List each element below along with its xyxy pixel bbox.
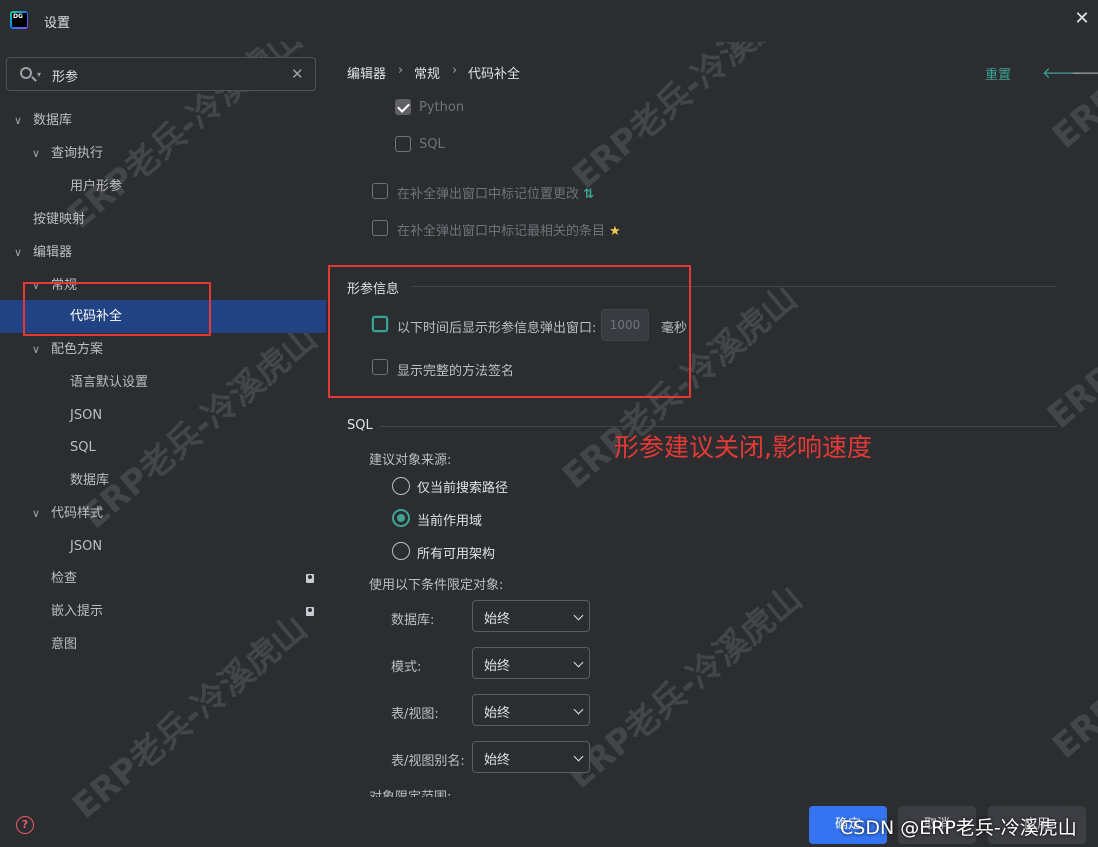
settings-search-input[interactable]: ▾ 形参 ✕ xyxy=(6,57,316,91)
radio-label: 仅当前搜索路径 xyxy=(417,481,509,496)
mark-position-changes-checkbox[interactable] xyxy=(372,183,388,199)
tree-item-inspections[interactable]: 检查 xyxy=(0,562,326,595)
radio-label: 所有可用架构 xyxy=(417,547,496,562)
tree-item-query-execution[interactable]: ∨ 查询执行 xyxy=(0,137,326,170)
radio-label: 当前作用域 xyxy=(417,514,483,529)
tree-item-sql[interactable]: SQL xyxy=(0,431,326,464)
tree-item-label: 用户形参 xyxy=(70,179,123,194)
search-icon xyxy=(20,67,32,79)
tree-item-label: 查询执行 xyxy=(51,146,104,161)
tree-item-editor[interactable]: ∨ 编辑器 xyxy=(0,236,326,269)
suggestion-source-label: 建议对象来源: xyxy=(369,453,452,468)
table-view-qualify-select[interactable]: 始终 xyxy=(472,694,590,726)
annotation-text: 形参建议关闭,影响速度 xyxy=(614,433,872,462)
chevron-down-icon xyxy=(573,610,584,621)
help-icon[interactable]: ? xyxy=(16,816,34,834)
breadcrumb-item: 编辑器 xyxy=(347,67,387,82)
window-title: 设置 xyxy=(44,16,71,31)
annotation-box-tree xyxy=(23,282,211,336)
tree-item-user-parameters[interactable]: 用户形参 xyxy=(0,170,326,203)
tree-item-intentions[interactable]: 意图 xyxy=(0,628,326,661)
tree-item-label: 意图 xyxy=(51,637,78,652)
chevron-down-icon[interactable]: ∨ xyxy=(32,497,44,530)
chevron-down-icon[interactable]: ∨ xyxy=(32,137,44,170)
breadcrumb-item: 代码补全 xyxy=(468,67,521,82)
forward-arrow-icon[interactable]: 🡒 xyxy=(1071,66,1098,81)
qualify-objects-label: 使用以下条件限定对象: xyxy=(369,578,504,593)
star-icon: ★ xyxy=(609,224,621,239)
tree-item-label: 数据库 xyxy=(33,113,73,128)
tree-item-label: 数据库 xyxy=(70,473,110,488)
object-scope-label: 对象限定范围: xyxy=(369,787,451,797)
radio-all-schemas[interactable] xyxy=(392,542,410,560)
tree-item-label: SQL xyxy=(70,440,96,455)
chevron-down-icon[interactable]: ∨ xyxy=(32,333,44,366)
sort-arrows-icon: ⇅ xyxy=(583,187,595,202)
watermark: ERP老兵-冷溪虎山 xyxy=(1040,218,1098,437)
chevron-down-icon[interactable]: ∨ xyxy=(14,236,26,269)
mark-most-relevant-checkbox[interactable] xyxy=(372,220,388,236)
tree-item-label: 语言默认设置 xyxy=(70,375,149,390)
tree-item-language-defaults[interactable]: 语言默认设置 xyxy=(0,366,326,399)
tree-item-label: JSON xyxy=(70,408,103,423)
chevron-down-icon[interactable]: ∨ xyxy=(14,104,26,137)
select-value: 始终 xyxy=(484,612,511,627)
sql-checkbox-label: SQL xyxy=(419,137,445,152)
tree-item-label: JSON xyxy=(70,539,103,554)
schema-qualify-select[interactable]: 始终 xyxy=(472,647,590,679)
tree-item-label: 编辑器 xyxy=(33,245,73,260)
annotation-box-param-info xyxy=(328,265,691,398)
python-checkbox[interactable] xyxy=(395,99,411,115)
profile-icon xyxy=(306,574,314,583)
breadcrumb-item: 常规 xyxy=(414,67,441,82)
schema-qualify-label: 模式: xyxy=(391,660,422,675)
watermark: ERP老兵-冷溪虎山 xyxy=(560,578,810,797)
tree-item-keymap[interactable]: 按键映射 xyxy=(0,203,326,236)
table-alias-qualify-label: 表/视图别名: xyxy=(391,754,465,769)
breadcrumb-separator-icon: › xyxy=(398,63,404,78)
select-value: 始终 xyxy=(484,659,511,674)
table-alias-qualify-select[interactable]: 始终 xyxy=(472,741,590,773)
sql-section-title: SQL xyxy=(347,418,373,433)
chevron-down-icon xyxy=(573,657,584,668)
database-qualify-select[interactable]: 始终 xyxy=(472,600,590,632)
table-view-qualify-label: 表/视图: xyxy=(391,707,439,722)
chevron-down-icon xyxy=(573,751,584,762)
profile-icon xyxy=(306,607,314,616)
tree-item-inlay-hints[interactable]: 嵌入提示 xyxy=(0,595,326,628)
footer-watermark: CSDN @ERP老兵-冷溪虎山 xyxy=(840,817,1077,839)
tree-item-label: 代码样式 xyxy=(51,506,104,521)
search-history-caret-icon[interactable]: ▾ xyxy=(37,70,41,79)
title-bar: 设置 ✕ xyxy=(0,0,1098,42)
select-value: 始终 xyxy=(484,706,511,721)
tree-item-database[interactable]: ∨ 数据库 xyxy=(0,104,326,137)
tree-item-code-style-json[interactable]: JSON xyxy=(0,530,326,563)
sql-checkbox[interactable] xyxy=(395,136,411,152)
mark-position-changes-label: 在补全弹出窗口中标记位置更改 ⇅ xyxy=(397,187,595,202)
tree-item-color-scheme[interactable]: ∨ 配色方案 xyxy=(0,333,326,366)
select-value: 始终 xyxy=(484,753,511,768)
mark-most-relevant-label: 在补全弹出窗口中标记最相关的条目 ★ xyxy=(397,224,621,239)
chevron-down-icon xyxy=(573,704,584,715)
watermark: ERP老兵-冷溪虎山 xyxy=(1045,548,1098,767)
database-qualify-label: 数据库: xyxy=(391,613,435,628)
section-divider xyxy=(380,426,1057,427)
tree-item-label: 配色方案 xyxy=(51,342,104,357)
tree-item-label: 按键映射 xyxy=(33,212,86,227)
tree-item-label: 嵌入提示 xyxy=(51,604,104,619)
search-value: 形参 xyxy=(52,70,79,85)
back-arrow-icon[interactable]: 🡐 xyxy=(1042,66,1082,81)
tree-item-database-scheme[interactable]: 数据库 xyxy=(0,464,326,497)
reset-link[interactable]: 重置 xyxy=(985,64,1011,83)
clear-search-icon[interactable]: ✕ xyxy=(291,65,304,83)
breadcrumb-separator-icon: › xyxy=(452,63,458,78)
radio-current-scope[interactable] xyxy=(392,509,410,527)
close-icon[interactable]: ✕ xyxy=(1073,10,1091,28)
datagrip-logo-icon xyxy=(10,11,28,29)
tree-item-json[interactable]: JSON xyxy=(0,399,326,432)
tree-item-code-style[interactable]: ∨ 代码样式 xyxy=(0,497,326,530)
python-checkbox-label: Python xyxy=(419,100,465,115)
tree-item-label: 检查 xyxy=(51,571,78,586)
radio-current-search-path[interactable] xyxy=(392,477,410,495)
